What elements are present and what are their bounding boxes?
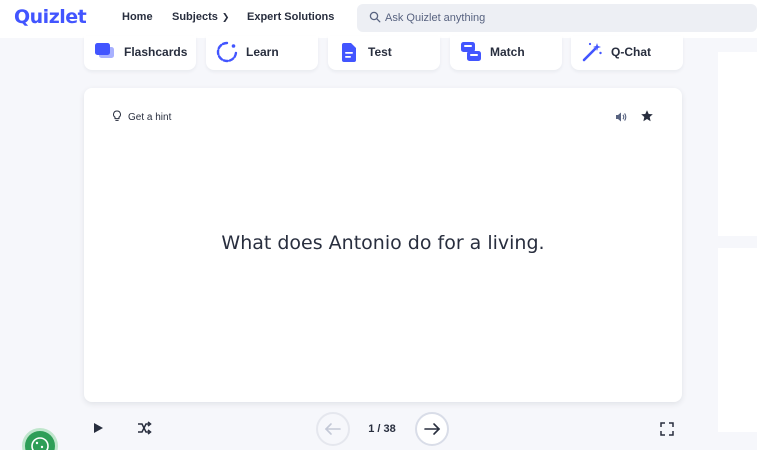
learn-mode-button[interactable]: Learn [206,36,318,70]
card-counter: 1 / 38 [368,423,396,435]
lightbulb-icon [113,110,121,121]
cookie-icon [31,437,49,450]
previous-card-button[interactable] [316,412,350,446]
flashcards-icon [95,43,114,58]
flashcards-mode-label: Flashcards [124,45,188,59]
learn-mode-label: Learn [246,45,279,59]
match-mode-label: Match [490,45,525,59]
quizlet-logo[interactable]: Quizlet [14,6,87,28]
flashcard[interactable]: Get a hint What does Antonio do for a li… [84,88,682,402]
flashcard-term: What does Antonio do for a living. [221,232,545,254]
arrow-left-icon [324,423,341,435]
audio-speaker-icon[interactable] [614,110,628,124]
nav-home-link[interactable]: Home [122,11,153,23]
fullscreen-icon[interactable] [660,422,674,436]
test-icon [342,43,356,62]
match-mode-button[interactable]: Match [450,36,562,70]
side-panel-top [718,52,757,236]
star-icon[interactable] [640,109,654,123]
get-a-hint-button[interactable]: Get a hint [112,110,171,123]
qchat-mode-label: Q-Chat [611,45,651,59]
search-input[interactable] [385,4,745,32]
nav-subjects-dropdown[interactable]: Subjects ❯ [172,11,229,23]
side-panel-bottom [718,248,757,432]
nav-subjects-label: Subjects [172,11,218,23]
chevron-down-icon: ❯ [221,12,230,22]
flashcards-mode-button[interactable]: Flashcards [84,36,196,70]
nav-expert-solutions-link[interactable]: Expert Solutions [247,11,334,23]
shuffle-icon[interactable] [136,421,152,435]
play-icon[interactable] [92,422,104,434]
qchat-mode-button[interactable]: Q-Chat [571,36,683,70]
test-mode-label: Test [368,45,392,59]
search-icon [369,11,381,23]
test-mode-button[interactable]: Test [328,36,440,70]
top-navigation-bar: Quizlet Home Subjects ❯ Expert Solutions [0,0,757,38]
arrow-right-icon [424,423,441,435]
learn-icon [216,41,238,63]
match-icon [461,42,481,61]
magic-wand-icon [582,42,602,62]
cookie-settings-button[interactable] [22,428,58,450]
search-bar[interactable] [357,4,757,32]
next-card-button[interactable] [415,412,449,446]
get-a-hint-label: Get a hint [128,112,172,123]
